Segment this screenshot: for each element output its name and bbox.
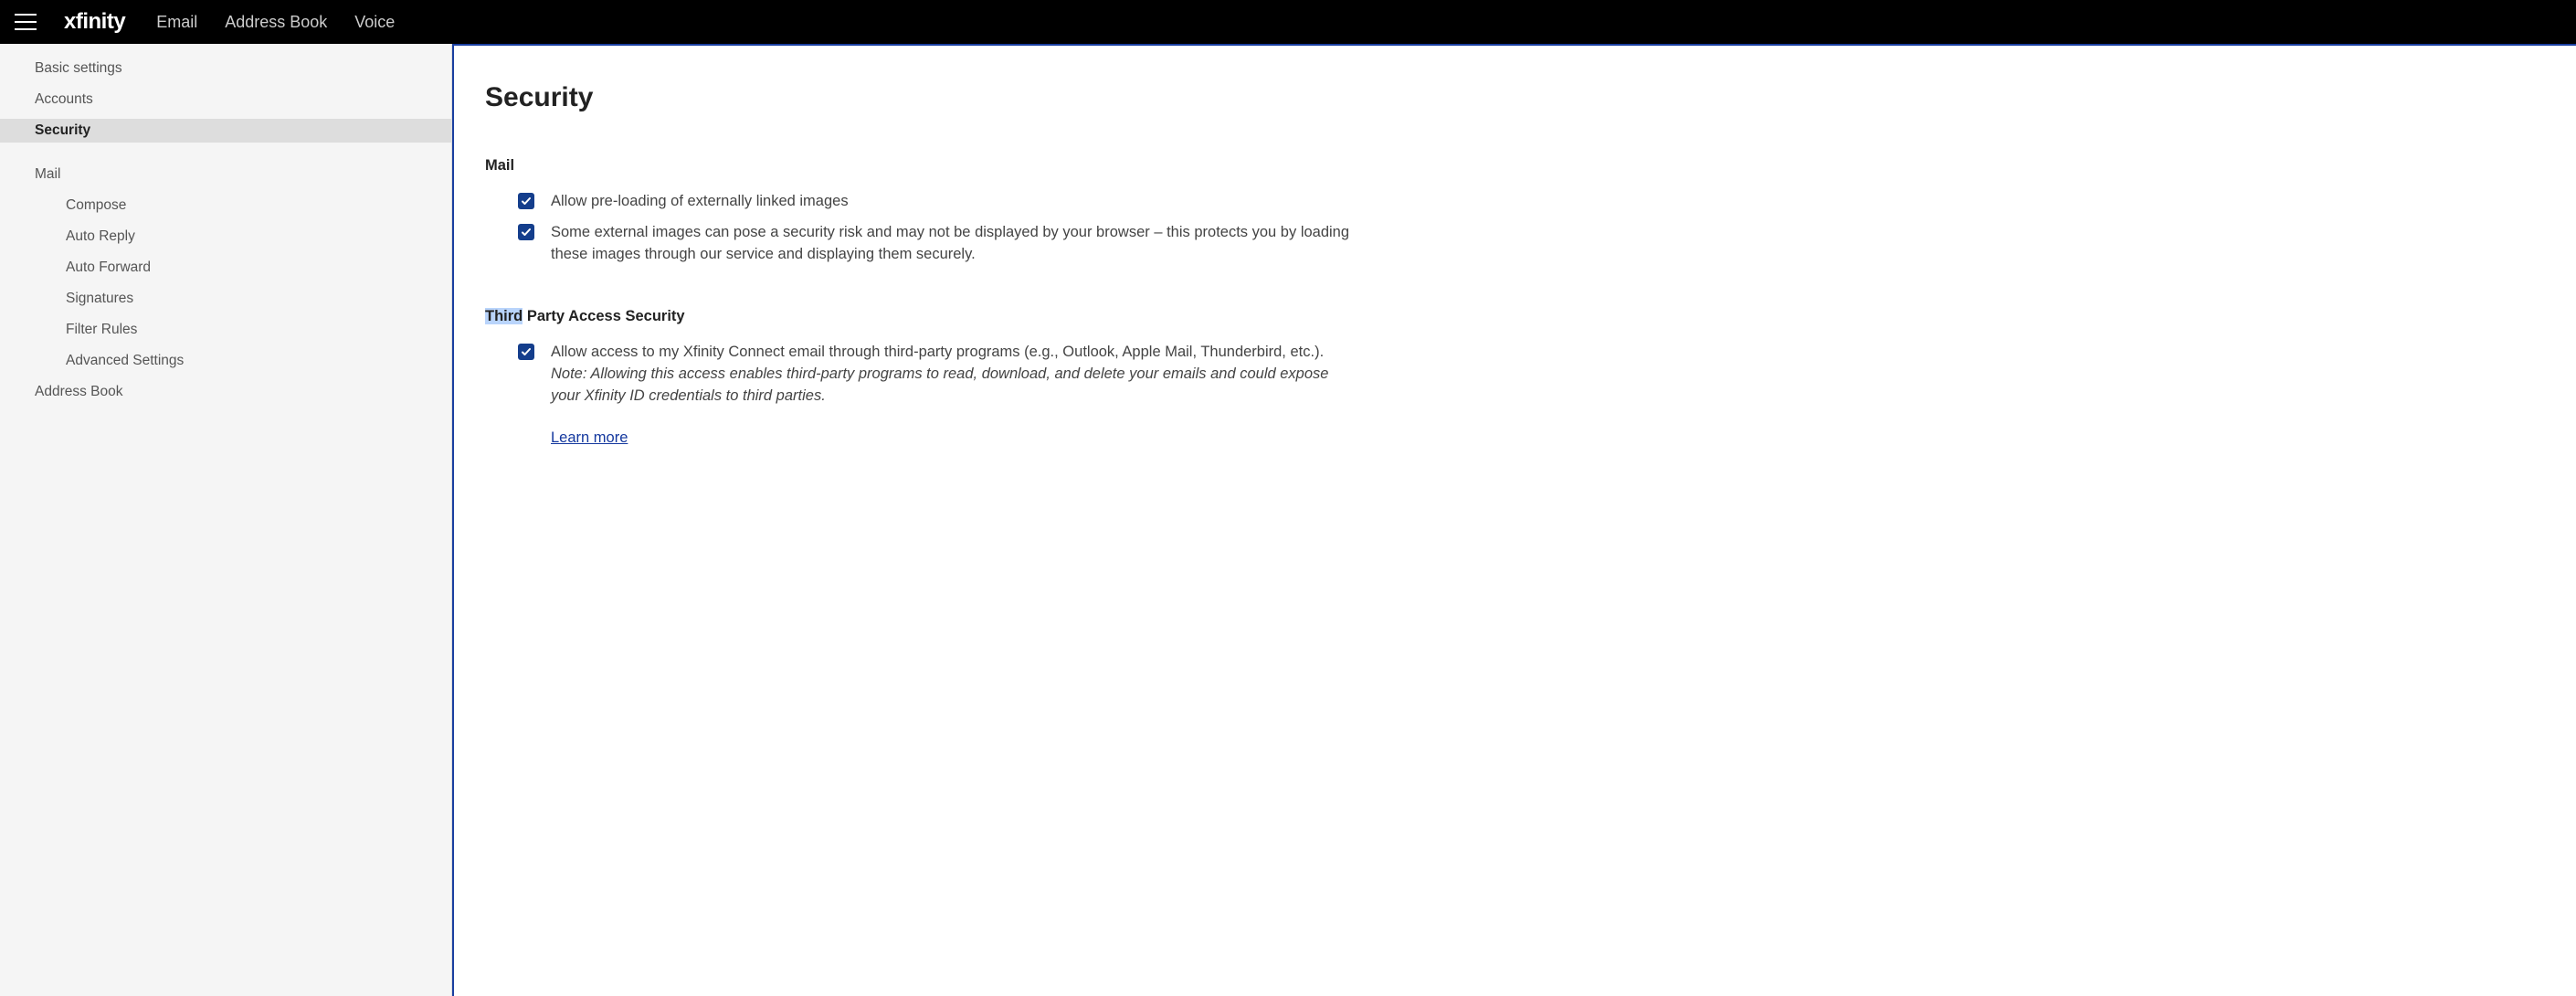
checkbox[interactable] (518, 344, 534, 360)
brand-logo: xfinity (64, 9, 125, 35)
section-1: Third Party Access Security Allow access … (485, 308, 2530, 450)
sidebar-item-auto-forward[interactable]: Auto Forward (0, 256, 451, 280)
sidebar-item-auto-reply[interactable]: Auto Reply (0, 225, 451, 249)
sidebar-item-compose[interactable]: Compose (0, 194, 451, 217)
option-note: Note: Allowing this access enables third… (551, 366, 1328, 404)
sidebar-item-filter-rules[interactable]: Filter Rules (0, 318, 451, 342)
sidebar-item-mail[interactable]: Mail (0, 163, 451, 186)
topbar: xfinity Email Address Book Voice (0, 0, 2576, 44)
section-heading: Third Party Access Security (485, 308, 2530, 325)
checkbox[interactable] (518, 193, 534, 209)
menu-icon[interactable] (15, 14, 37, 30)
sidebar-item-signatures[interactable]: Signatures (0, 287, 451, 311)
option-text-main: Allow pre-loading of externally linked i… (551, 193, 849, 209)
page-title: Security (485, 82, 2530, 113)
sidebar-item-address-book[interactable]: Address Book (0, 380, 451, 404)
option-row: Some external images can pose a security… (485, 222, 2530, 266)
sidebar-item-security[interactable]: Security (0, 119, 451, 143)
sidebar-gap (0, 146, 451, 159)
nav-address-book[interactable]: Address Book (225, 13, 327, 32)
option-text-main: Allow access to my Xfinity Connect email… (551, 344, 1324, 360)
nav-email[interactable]: Email (156, 13, 197, 32)
option-text: Allow access to my Xfinity Connect email… (551, 342, 1355, 450)
option-text-main: Some external images can pose a security… (551, 224, 1349, 262)
section-heading: Mail (485, 157, 2530, 175)
heading-highlight: Third (485, 308, 523, 324)
sidebar-item-basic-settings[interactable]: Basic settings (0, 57, 451, 80)
main-content: Security Mail Allow pre-loading of extern… (452, 44, 2576, 996)
learn-more-link[interactable]: Learn more (551, 428, 1355, 450)
sidebar-item-accounts[interactable]: Accounts (0, 88, 451, 111)
top-nav: Email Address Book Voice (156, 13, 395, 32)
option-row: Allow access to my Xfinity Connect email… (485, 342, 2530, 450)
section-0: Mail Allow pre-loading of externally link… (485, 157, 2530, 266)
option-text: Allow pre-loading of externally linked i… (551, 191, 1355, 213)
checkbox[interactable] (518, 224, 534, 240)
option-row: Allow pre-loading of externally linked i… (485, 191, 2530, 213)
option-text: Some external images can pose a security… (551, 222, 1355, 266)
settings-sidebar: Basic settings Accounts Security Mail Compos… (0, 44, 452, 996)
nav-voice[interactable]: Voice (354, 13, 395, 32)
heading-rest: Party Access Security (523, 308, 684, 324)
sidebar-item-advanced-settings[interactable]: Advanced Settings (0, 349, 451, 373)
